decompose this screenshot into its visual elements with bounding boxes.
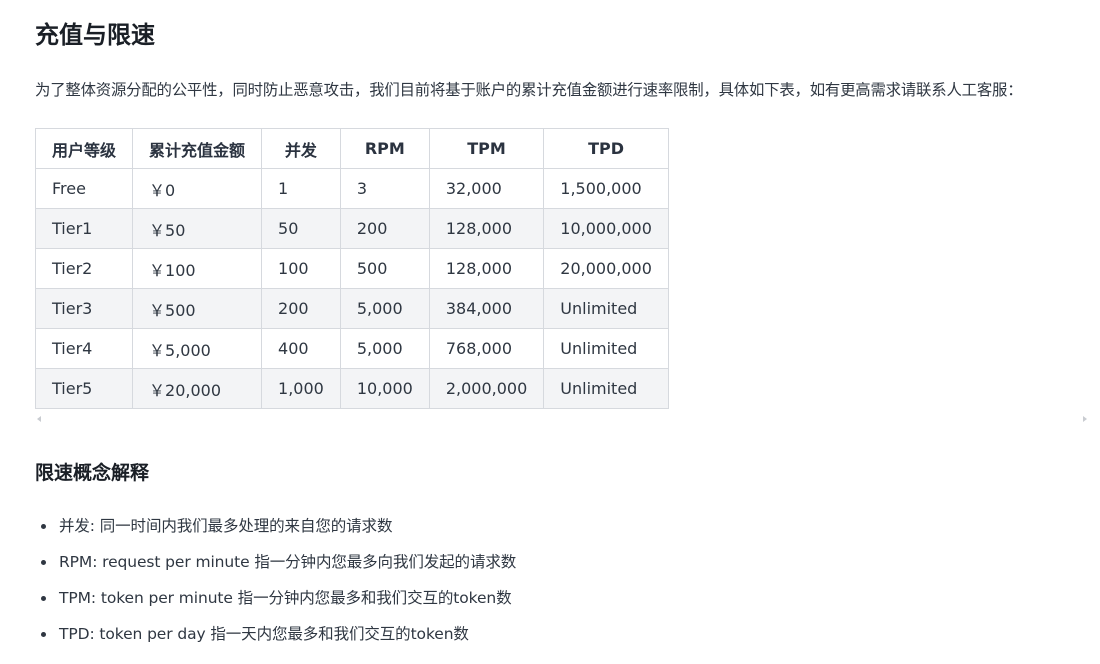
list-item: TPD: token per day 指一天内您最多和我们交互的token数 bbox=[35, 616, 516, 652]
header-user-level: 用户等级 bbox=[34, 128, 134, 169]
concept-list: 并发: 同一时间内我们最多处理的来自您的请求数 RPM: request per… bbox=[35, 508, 516, 652]
cell-tpm: 128,000 bbox=[428, 208, 545, 249]
cell-total-recharge: ￥5,000 bbox=[132, 328, 263, 369]
cell-user-level: Tier2 bbox=[34, 248, 134, 289]
cell-user-level: Tier1 bbox=[34, 208, 134, 249]
header-concurrency: 并发 bbox=[261, 128, 341, 169]
list-item: RPM: request per minute 指一分钟内您最多向我们发起的请求… bbox=[35, 544, 516, 580]
cell-total-recharge: ￥50 bbox=[132, 208, 263, 249]
cell-concurrency: 200 bbox=[261, 288, 341, 329]
header-tpm: TPM bbox=[428, 128, 545, 169]
triangle-left-icon[interactable] bbox=[37, 416, 41, 422]
cell-concurrency: 50 bbox=[261, 208, 341, 249]
cell-rpm: 5,000 bbox=[339, 328, 430, 369]
cell-concurrency: 1,000 bbox=[261, 368, 341, 409]
rate-limit-table: 用户等级 累计充值金额 并发 RPM TPM TPD Free ￥0 1 3 3… bbox=[34, 128, 669, 409]
cell-tpd: 20,000,000 bbox=[543, 248, 669, 289]
triangle-right-icon[interactable] bbox=[1083, 416, 1087, 422]
table-row: Tier1 ￥50 50 200 128,000 10,000,000 bbox=[34, 208, 669, 249]
cell-concurrency: 100 bbox=[261, 248, 341, 289]
table-header-row: 用户等级 累计充值金额 并发 RPM TPM TPD bbox=[34, 128, 669, 169]
cell-total-recharge: ￥20,000 bbox=[132, 368, 263, 409]
list-item: 并发: 同一时间内我们最多处理的来自您的请求数 bbox=[35, 508, 516, 544]
cell-tpd: Unlimited bbox=[543, 368, 669, 409]
bullet-icon bbox=[41, 596, 46, 601]
list-item: TPM: token per minute 指一分钟内您最多和我们交互的toke… bbox=[35, 580, 516, 616]
table-row: Free ￥0 1 3 32,000 1,500,000 bbox=[34, 168, 669, 209]
cell-tpm: 384,000 bbox=[428, 288, 545, 329]
intro-paragraph: 为了整体资源分配的公平性，同时防止恶意攻击，我们目前将基于账户的累计充值金额进行… bbox=[35, 81, 1023, 99]
list-item-text: TPM: token per minute 指一分钟内您最多和我们交互的toke… bbox=[59, 589, 512, 607]
cell-concurrency: 400 bbox=[261, 328, 341, 369]
cell-rpm: 200 bbox=[339, 208, 430, 249]
cell-tpm: 2,000,000 bbox=[428, 368, 545, 409]
cell-user-level: Tier3 bbox=[34, 288, 134, 329]
cell-rpm: 500 bbox=[339, 248, 430, 289]
cell-tpd: Unlimited bbox=[543, 328, 669, 369]
page-title: 充值与限速 bbox=[35, 21, 155, 49]
cell-tpd: 10,000,000 bbox=[543, 208, 669, 249]
cell-user-level: Tier4 bbox=[34, 328, 134, 369]
cell-tpd: 1,500,000 bbox=[543, 168, 669, 209]
cell-total-recharge: ￥0 bbox=[132, 168, 263, 209]
cell-tpd: Unlimited bbox=[543, 288, 669, 329]
bullet-icon bbox=[41, 632, 46, 637]
cell-user-level: Free bbox=[34, 168, 134, 209]
cell-concurrency: 1 bbox=[261, 168, 341, 209]
cell-rpm: 3 bbox=[339, 168, 430, 209]
table-row: Tier4 ￥5,000 400 5,000 768,000 Unlimited bbox=[34, 328, 669, 369]
section-title: 限速概念解释 bbox=[35, 462, 150, 484]
header-rpm: RPM bbox=[339, 128, 430, 169]
table-row: Tier3 ￥500 200 5,000 384,000 Unlimited bbox=[34, 288, 669, 329]
cell-tpm: 32,000 bbox=[428, 168, 545, 209]
header-total-recharge: 累计充值金额 bbox=[132, 128, 263, 169]
list-item-text: TPD: token per day 指一天内您最多和我们交互的token数 bbox=[59, 625, 469, 643]
table-row: Tier5 ￥20,000 1,000 10,000 2,000,000 Unl… bbox=[34, 368, 669, 409]
cell-total-recharge: ￥100 bbox=[132, 248, 263, 289]
cell-user-level: Tier5 bbox=[34, 368, 134, 409]
header-tpd: TPD bbox=[543, 128, 669, 169]
table-row: Tier2 ￥100 100 500 128,000 20,000,000 bbox=[34, 248, 669, 289]
list-item-text: 并发: 同一时间内我们最多处理的来自您的请求数 bbox=[59, 517, 393, 535]
cell-tpm: 128,000 bbox=[428, 248, 545, 289]
cell-rpm: 10,000 bbox=[339, 368, 430, 409]
cell-rpm: 5,000 bbox=[339, 288, 430, 329]
cell-total-recharge: ￥500 bbox=[132, 288, 263, 329]
cell-tpm: 768,000 bbox=[428, 328, 545, 369]
list-item-text: RPM: request per minute 指一分钟内您最多向我们发起的请求… bbox=[59, 553, 517, 571]
bullet-icon bbox=[41, 524, 46, 529]
bullet-icon bbox=[41, 560, 46, 565]
